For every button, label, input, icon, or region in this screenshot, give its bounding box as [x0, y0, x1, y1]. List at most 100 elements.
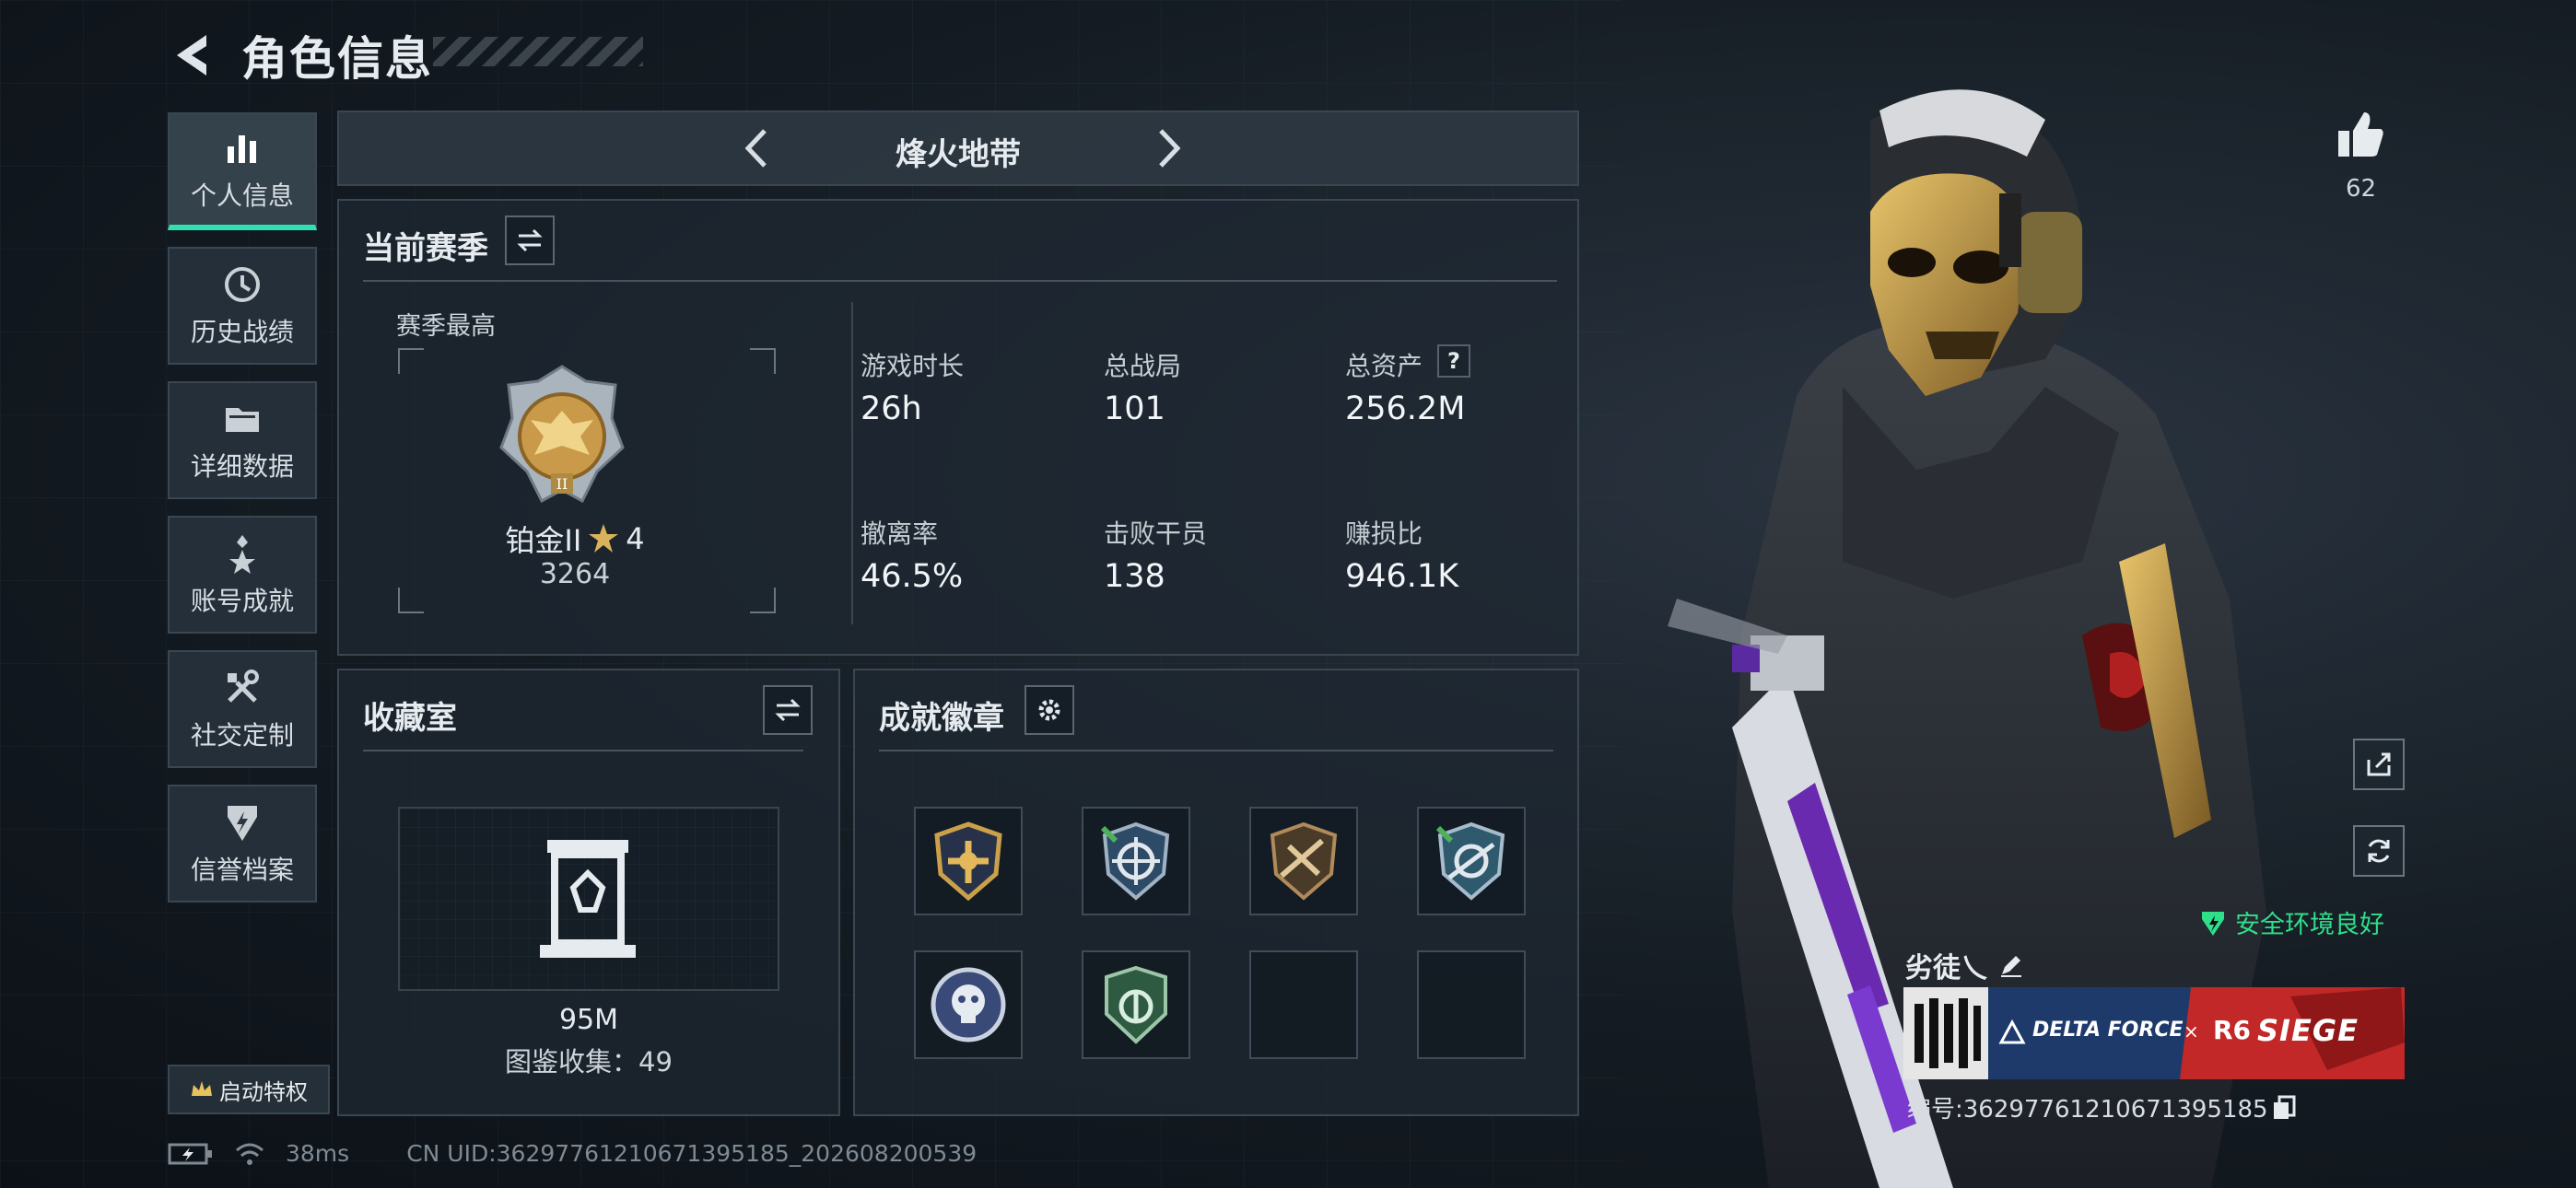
bar-chart-icon	[228, 135, 256, 163]
divider	[879, 750, 1553, 751]
security-text: 安全环境良好	[2235, 911, 2384, 939]
badge-slot-empty[interactable]	[1249, 950, 1358, 1059]
badge-slot[interactable]	[1249, 807, 1358, 915]
badge-slot[interactable]	[914, 950, 1023, 1059]
divider	[363, 750, 803, 751]
sidebar-item-history[interactable]: 历史战绩	[168, 247, 317, 365]
crown-icon	[192, 1081, 212, 1096]
sidebar-item-achievements[interactable]: 账号成就	[168, 516, 317, 634]
sidebar-item-label: 详细数据	[190, 451, 294, 482]
frame-corner	[398, 348, 424, 374]
star-icon	[589, 524, 619, 553]
banner-cross: ×	[2184, 1020, 2199, 1042]
refresh-button[interactable]	[2353, 825, 2405, 877]
share-icon	[2367, 752, 2391, 776]
stat-label-playtime: 游戏时长	[861, 351, 965, 381]
help-icon[interactable]: ?	[1437, 344, 1470, 378]
like-count: 62	[2346, 175, 2377, 203]
shield-check-icon	[2202, 911, 2224, 936]
sidebar-item-label: 历史战绩	[190, 317, 294, 347]
divider	[851, 302, 853, 624]
badge-slot[interactable]	[914, 807, 1023, 915]
swap-icon	[517, 228, 543, 252]
sidebar-item-social[interactable]: 社交定制	[168, 650, 317, 768]
banner-siege: SIEGE	[2257, 1013, 2359, 1048]
collection-title: 收藏室	[363, 700, 457, 737]
display-case-icon	[540, 840, 636, 958]
sidebar-item-detailed-data[interactable]: 详细数据	[168, 381, 317, 499]
stat-value-profit-loss: 946.1K	[1345, 558, 1459, 595]
rank-stars: 4	[626, 521, 645, 556]
badges-settings-button[interactable]	[1025, 685, 1074, 735]
svg-text:II: II	[556, 475, 568, 493]
season-switch-button[interactable]	[505, 215, 555, 265]
folder-icon	[226, 408, 259, 432]
stat-label-profit-loss: 赚损比	[1345, 518, 1423, 549]
thumbs-up-icon[interactable]	[2333, 107, 2388, 162]
sidebar-item-reputation[interactable]: 信誉档案	[168, 785, 317, 903]
game-mode-name: 烽火地带	[896, 136, 1021, 173]
security-status: 安全环境良好	[2198, 904, 2384, 940]
badge-slot[interactable]	[1082, 807, 1190, 915]
rank-emblem-icon: II	[499, 365, 625, 504]
back-arrow-icon[interactable]	[166, 28, 221, 83]
season-peak-label: 赛季最高	[396, 312, 496, 341]
frame-corner	[398, 588, 424, 613]
player-id: 编号:3629776121067139518​5	[1907, 1096, 2268, 1124]
rank-name: 铂金II	[505, 523, 582, 558]
status-bar: 38ms CN UID:36297761210671395185_2026082…	[168, 1140, 977, 1167]
stat-value-operators-defeated: 138	[1104, 558, 1165, 595]
collection-panel: 收藏室 95M 图鉴收集：49	[337, 669, 840, 1116]
season-title: 当前赛季	[363, 230, 488, 267]
player-id-row: 编号:3629776121067139518​5	[1907, 1090, 2296, 1124]
blue-rifle-badge-icon	[1435, 821, 1505, 901]
share-button[interactable]	[2353, 739, 2405, 790]
badge-slot[interactable]	[1417, 807, 1526, 915]
page-title: 角色信息	[241, 32, 433, 86]
battery-charging-icon	[168, 1143, 212, 1164]
frame-corner	[750, 588, 776, 613]
shield-icon	[228, 806, 257, 841]
wifi-icon	[236, 1143, 263, 1165]
frame-corner	[750, 348, 776, 374]
collection-count: 图鉴收集：49	[505, 1046, 673, 1077]
stat-value-total-assets: 256.2M	[1345, 390, 1466, 427]
ping-value: 38ms	[286, 1140, 350, 1167]
chevron-right-icon[interactable]	[1144, 125, 1190, 171]
bronze-rifle-badge-icon	[1270, 821, 1338, 901]
rank-score: 3264	[539, 558, 611, 590]
star-badge-icon	[229, 535, 255, 574]
sidebar-item-label: 社交定制	[190, 720, 294, 751]
uid-text: CN UID:36297761210671395185_202608200539	[406, 1140, 978, 1167]
player-banner[interactable]: DELTA FORCE × R6 SIEGE	[1903, 987, 2405, 1079]
badges-title: 成就徽章	[879, 700, 1004, 737]
clock-icon	[225, 267, 260, 302]
collection-value: 95M	[558, 1004, 619, 1036]
sidebar-item-personal-info[interactable]: 个人信息	[168, 112, 317, 230]
stat-label-total-matches: 总战局	[1104, 351, 1182, 381]
stat-label-total-assets: 总资产	[1345, 351, 1423, 381]
title-decoration	[433, 37, 643, 66]
gear-icon	[1038, 699, 1060, 721]
badge-slot[interactable]	[1082, 950, 1190, 1059]
privilege-button[interactable]: 启动特权	[168, 1065, 330, 1114]
refresh-icon	[2368, 839, 2390, 863]
divider	[363, 280, 1557, 282]
collection-switch-button[interactable]	[763, 685, 813, 735]
stat-value-playtime: 26h	[861, 390, 922, 427]
collection-display[interactable]	[398, 807, 779, 991]
stat-label-extraction-rate: 撤离率	[861, 518, 939, 549]
badge-slot-empty[interactable]	[1417, 950, 1526, 1059]
stat-label-operators-defeated: 击败干员	[1104, 518, 1208, 549]
copy-icon[interactable]	[2272, 1095, 2296, 1121]
sidebar-item-label: 信誉档案	[190, 855, 294, 885]
green-shield-badge-icon	[1105, 965, 1167, 1044]
season-panel: 当前赛季 赛季最高 II 铂金II 4 3264 游戏时长 26h 总战局 10…	[337, 199, 1579, 656]
player-name: 劣徒乀	[1905, 952, 1988, 984]
edit-icon[interactable]	[1997, 951, 2025, 979]
banner-delta-force: DELTA FORCE	[2032, 1019, 2184, 1042]
blue-crosshair-badge-icon	[1100, 821, 1170, 901]
privilege-label: 启动特权	[219, 1078, 308, 1105]
banner-r6: R6	[2213, 1015, 2252, 1045]
sidebar-item-label: 账号成就	[190, 586, 294, 616]
